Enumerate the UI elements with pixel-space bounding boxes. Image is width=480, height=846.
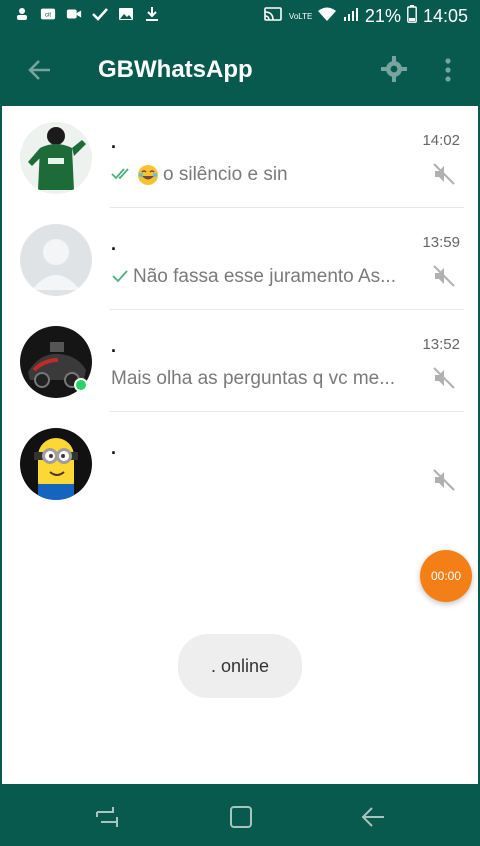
mute-icon xyxy=(432,366,456,390)
chat-row[interactable]: . 13:59 Não fassa esse juramento As... xyxy=(2,208,478,310)
navigation-bar xyxy=(0,784,480,846)
app-title: GBWhatsApp xyxy=(98,56,253,83)
message-time: 13:52 xyxy=(422,336,460,353)
chat-list: . 14:02 o silêncio e sin . 13:59 Não fas… xyxy=(2,106,478,784)
wifi-icon xyxy=(317,6,337,27)
double-check-icon xyxy=(111,165,133,186)
recent-apps-icon[interactable] xyxy=(94,804,120,830)
preview-text: Não fassa esse juramento As... xyxy=(133,266,396,287)
recording-timer-button[interactable]: 00:00 xyxy=(420,550,472,602)
system-status: VoLTE 21% 14:05 xyxy=(263,5,468,28)
online-toast: . online xyxy=(178,634,302,698)
avatar[interactable] xyxy=(20,428,92,500)
contact-name: . xyxy=(111,234,117,254)
checkmark-icon xyxy=(92,6,108,22)
contact-name: . xyxy=(111,438,117,458)
preview-text: o silêncio e sin xyxy=(163,164,288,185)
online-indicator xyxy=(74,378,88,392)
gear-icon[interactable] xyxy=(381,56,407,82)
home-icon[interactable] xyxy=(228,804,254,830)
contact-name: . xyxy=(111,132,117,152)
message-preview: Não fassa esse juramento As... xyxy=(111,266,427,288)
video-camera-icon xyxy=(66,6,82,22)
back-arrow-icon[interactable] xyxy=(26,56,54,84)
clock: 14:05 xyxy=(422,6,468,26)
back-icon[interactable] xyxy=(360,804,386,830)
svg-text:cit: cit xyxy=(45,12,51,19)
cast-notification-icon: cit xyxy=(40,6,56,22)
laughing-emoji-icon xyxy=(137,164,159,186)
avatar[interactable] xyxy=(20,122,92,194)
volte-icon: VoLTE xyxy=(288,11,313,21)
single-check-icon xyxy=(111,267,129,288)
notification-app-icon xyxy=(14,6,30,22)
message-preview: Mais olha as perguntas q vc me... xyxy=(111,368,427,390)
download-icon xyxy=(144,6,160,22)
mute-icon xyxy=(432,468,456,492)
status-bar: cit VoLTE 21% 14:05 xyxy=(0,0,480,34)
signal-icon xyxy=(343,6,359,27)
chat-row[interactable]: . 14:02 o silêncio e sin xyxy=(2,106,478,208)
image-icon xyxy=(118,6,134,22)
chat-row[interactable]: . xyxy=(2,412,478,514)
battery-icon xyxy=(407,5,417,28)
message-time: 13:59 xyxy=(422,234,460,251)
preview-text: Mais olha as perguntas q vc me... xyxy=(111,368,396,389)
message-time: 14:02 xyxy=(422,132,460,149)
default-avatar-icon[interactable] xyxy=(20,224,92,296)
mute-icon xyxy=(432,162,456,186)
battery-percent: 21% xyxy=(364,6,401,26)
contact-name: . xyxy=(111,336,117,356)
chat-row[interactable]: . 13:52 Mais olha as perguntas q vc me..… xyxy=(2,310,478,412)
message-preview: o silêncio e sin xyxy=(111,164,427,186)
more-options-icon[interactable] xyxy=(442,56,454,84)
mute-icon xyxy=(432,264,456,288)
app-bar: GBWhatsApp xyxy=(0,34,480,106)
notification-icons: cit xyxy=(14,6,160,22)
screen-mirror-icon xyxy=(263,6,283,27)
